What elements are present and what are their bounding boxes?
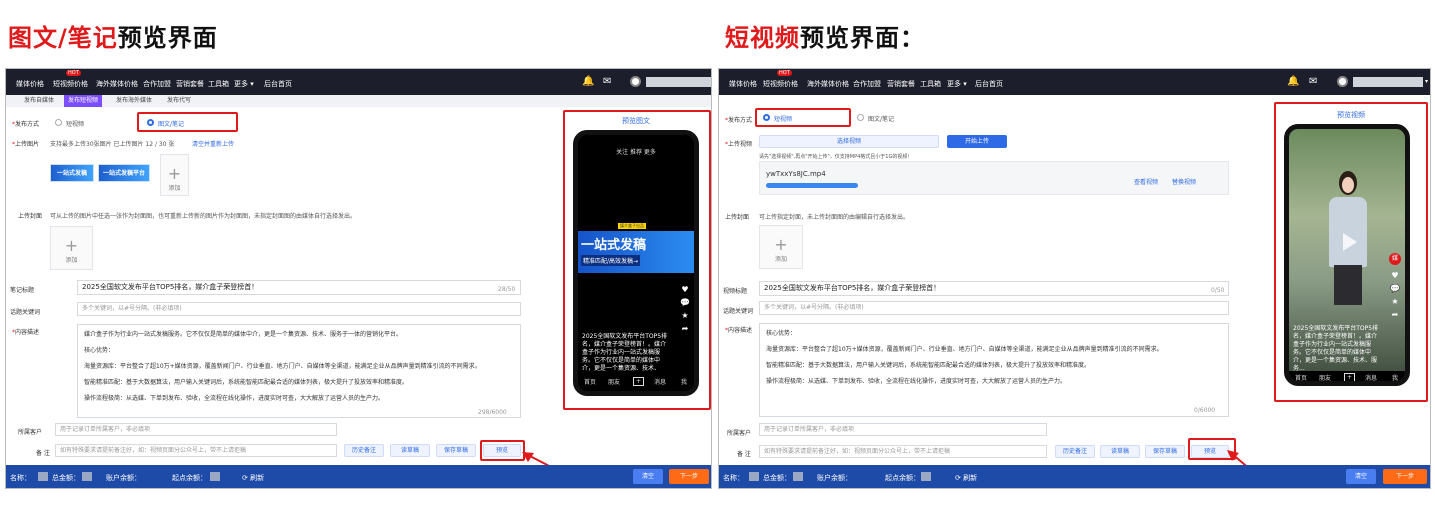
bottom-start: 起点余额： [172,474,207,482]
bottom-total: 总金额： [763,474,791,482]
bottom-name: 名称： [10,474,31,482]
refresh-button[interactable]: ⟳ 刷新 [242,473,264,483]
refresh-button[interactable]: ⟳ 刷新 [955,473,977,483]
masked-value [38,472,48,481]
next-button[interactable]: 下一步 [1383,469,1427,484]
bottom-total: 总金额： [52,474,80,482]
masked-value [793,472,803,481]
next-button[interactable]: 下一步 [669,469,709,484]
bottom-start: 起点余额： [885,474,920,482]
masked-value [210,472,220,481]
clear-button[interactable]: 清空 [1346,469,1376,484]
left-heading: 图文/笔记预览界面 [8,18,218,53]
right-heading-black: 预览界面： [800,24,925,52]
pointer-arrow [1227,450,1272,488]
bottom-account: 账户余额： [106,474,141,482]
bottom-bar: 名称： 总金额： 账户余额： 起点余额： ⟳ 刷新 清空 下一步 [6,465,711,488]
bottom-account: 账户余额： [817,474,852,482]
masked-value [82,472,92,481]
left-heading-red: 图文/笔记 [8,24,118,52]
bottom-bar: 名称： 总金额： 账户余额： 起点余额： ⟳ 刷新 清空 下一步 [719,465,1430,488]
masked-value [749,472,759,481]
bottom-name: 名称： [723,474,744,482]
left-heading-black: 预览界面 [117,24,218,52]
clear-button[interactable]: 清空 [633,469,663,484]
right-heading-red: 短视频 [725,24,800,52]
pointer-arrow [522,452,587,486]
right-screenshot: 媒体价格 HOT 短视频价格 海外媒体价格 合作加盟 营销套餐 工具箱 更多 ▾… [718,68,1431,489]
masked-value [921,472,931,481]
left-screenshot: 媒体价格 HOT 短视频价格 海外媒体价格 合作加盟 营销套餐 工具箱 更多 ▾… [5,68,712,489]
right-heading: 短视频预览界面： [725,18,925,53]
